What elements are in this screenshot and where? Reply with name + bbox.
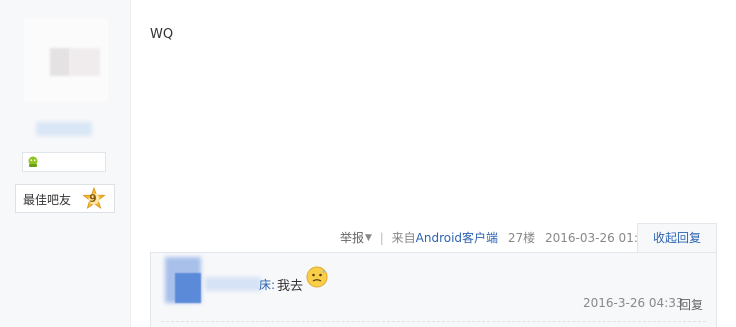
client-link[interactable]: Android客户端	[416, 229, 498, 246]
reply-list: ​ 床: 我去 2016-3-26 04:33 回复	[150, 252, 717, 327]
reply-text: 我去	[277, 279, 304, 294]
report-link[interactable]: 举报▼	[340, 229, 372, 246]
avatar-blur	[70, 48, 100, 76]
android-icon[interactable]	[27, 156, 39, 168]
level-label: 最佳吧友	[23, 193, 72, 207]
reply-time: 2016-3-26 04:33	[583, 296, 684, 310]
post-content: WQ	[150, 27, 174, 42]
divider: |	[379, 230, 384, 245]
post-tail: 举报▼ | 来自Android客户端 27楼 2016-03-26 01:27	[340, 229, 653, 246]
floor-number: 27楼	[507, 231, 536, 245]
user-level-box[interactable]: 最佳吧友 9	[15, 184, 115, 213]
divider	[161, 321, 706, 322]
report-label: 举报	[340, 231, 365, 245]
from-prefix: 来自	[391, 231, 416, 245]
author-sidebar: 最佳吧友 9	[0, 0, 131, 327]
reply-avatar-core	[175, 273, 201, 303]
reply-author-name[interactable]: 床:	[259, 276, 275, 293]
author-icon-row	[22, 152, 106, 172]
collapse-replies-button[interactable]: 收起回复	[637, 223, 717, 253]
author-name-blurred[interactable]	[36, 122, 92, 136]
sweat-face-emoji-icon	[306, 266, 328, 288]
caret-down-icon: ▼	[365, 232, 372, 243]
level-number: 9	[89, 192, 97, 205]
reply-author-blurred[interactable]	[205, 277, 261, 291]
avatar-blur	[50, 48, 70, 76]
author-avatar[interactable]	[24, 18, 108, 102]
reply-button[interactable]: 回复	[679, 296, 703, 313]
